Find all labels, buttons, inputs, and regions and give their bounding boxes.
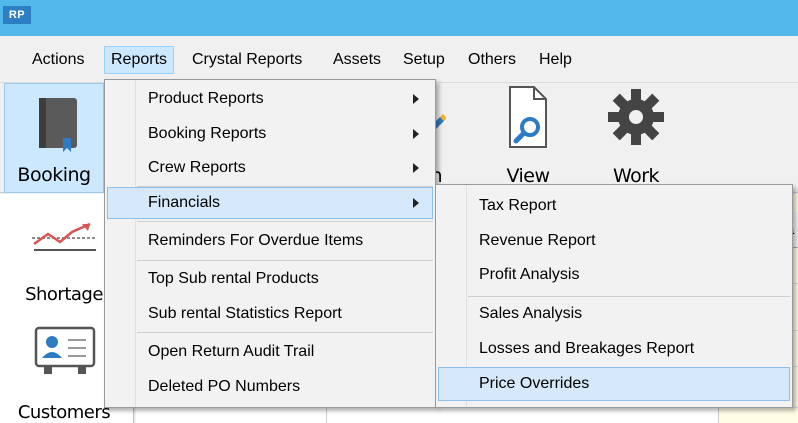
menu-item-open-return-audit-trail[interactable]: Open Return Audit Trail [107, 336, 433, 368]
menu-separator [137, 221, 433, 222]
chart-trend-icon [32, 222, 96, 251]
menu-item-financials[interactable]: Financials [107, 187, 433, 219]
menu-crystal-reports[interactable]: Crystal Reports [186, 46, 308, 74]
reports-dropdown-menu: Product Reports Booking Reports Crew Rep… [104, 79, 436, 408]
menu-item-label: Product Reports [148, 90, 264, 107]
menu-help[interactable]: Help [533, 46, 578, 74]
submenu-arrow-icon [413, 129, 419, 139]
menu-item-price-overrides[interactable]: Price Overrides [438, 367, 790, 401]
menu-item-label: Financials [148, 194, 221, 211]
submenu-arrow-icon [413, 198, 419, 208]
menu-others[interactable]: Others [462, 46, 522, 74]
menu-item-top-sub-rental-products[interactable]: Top Sub rental Products [107, 263, 433, 295]
menu-item-deleted-po-numbers[interactable]: Deleted PO Numbers [107, 371, 433, 403]
toolbar-work-button[interactable]: Work [596, 83, 676, 193]
menu-item-reminders-overdue[interactable]: Reminders For Overdue Items [107, 225, 433, 257]
menu-assets[interactable]: Assets [327, 46, 387, 74]
menu-bar: Actions Reports Crystal Reports Assets S… [0, 36, 798, 83]
book-icon [39, 98, 77, 152]
menu-item-booking-reports[interactable]: Booking Reports [107, 118, 433, 150]
menu-item-product-reports[interactable]: Product Reports [107, 83, 433, 115]
view-document-icon [509, 86, 547, 148]
app-icon: RP [3, 6, 31, 24]
title-bar: RP [0, 0, 798, 36]
menu-item-tax-report[interactable]: Tax Report [438, 189, 790, 223]
menu-item-profit-analysis[interactable]: Profit Analysis [438, 258, 790, 292]
menu-item-label: Crew Reports [148, 159, 246, 176]
menu-setup[interactable]: Setup [397, 46, 451, 74]
menu-separator [137, 260, 433, 261]
menu-item-revenue-report[interactable]: Revenue Report [438, 224, 790, 258]
submenu-arrow-icon [413, 163, 419, 173]
menu-item-losses-breakages-report[interactable]: Losses and Breakages Report [438, 332, 790, 366]
financials-submenu: Tax Report Revenue Report Profit Analysi… [435, 184, 793, 408]
menu-actions[interactable]: Actions [26, 46, 90, 74]
toolbar-booking-button[interactable]: Booking [4, 83, 104, 193]
gear-icon [608, 89, 664, 145]
toolbar-booking-label: Booking [17, 164, 91, 186]
toolbar-view-button[interactable]: View [490, 83, 566, 193]
menu-item-sales-analysis[interactable]: Sales Analysis [438, 297, 790, 331]
contact-card-icon [34, 326, 96, 374]
submenu-arrow-icon [413, 94, 419, 104]
menu-reports[interactable]: Reports [104, 46, 175, 74]
menu-item-label: Booking Reports [148, 125, 267, 142]
menu-item-sub-rental-statistics[interactable]: Sub rental Statistics Report [107, 298, 433, 330]
menu-item-crew-reports[interactable]: Crew Reports [107, 152, 433, 184]
menu-separator [137, 332, 433, 333]
